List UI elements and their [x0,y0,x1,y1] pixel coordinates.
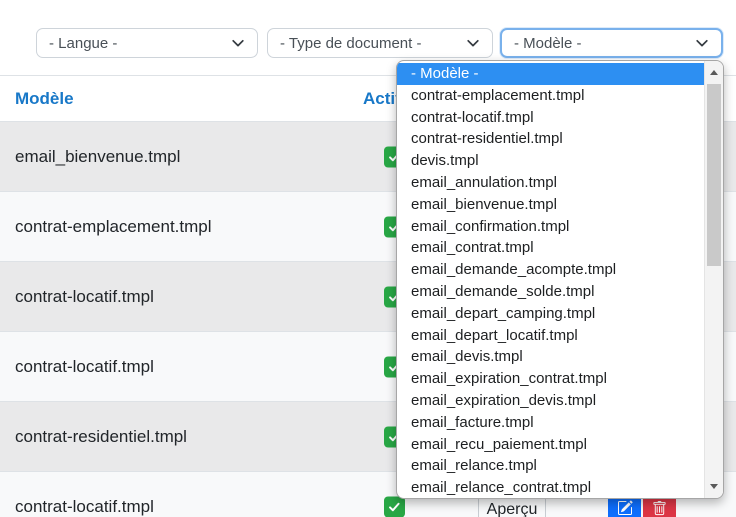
document-templates-page: - Langue - - Type de document - - Modèle… [0,0,736,517]
template-name: contrat-locatif.tmpl [15,357,154,377]
template-name: contrat-emplacement.tmpl [15,217,212,237]
chevron-down-icon [695,36,709,50]
dropdown-option[interactable]: email_expiration_contrat.tmpl [397,368,704,390]
dropdown-option[interactable]: email_confirmation.tmpl [397,216,704,238]
dropdown-option[interactable]: email_recu_paiement.tmpl [397,434,704,456]
chevron-down-icon [231,36,245,50]
type-document-select[interactable]: - Type de document - [267,28,493,58]
langue-select[interactable]: - Langue - [36,28,258,58]
dropdown-option[interactable]: contrat-locatif.tmpl [397,107,704,129]
dropdown-option[interactable]: email_facture.tmpl [397,412,704,434]
modele-select[interactable]: - Modèle - [500,28,723,58]
dropdown-option[interactable]: email_annulation.tmpl [397,172,704,194]
dropdown-option[interactable]: contrat-residentiel.tmpl [397,128,704,150]
dropdown-option[interactable]: email_bienvenue.tmpl [397,194,704,216]
scroll-up-arrow-icon[interactable] [705,63,723,81]
template-name: contrat-residentiel.tmpl [15,427,187,447]
modele-select-value: - Modèle - [514,35,582,52]
langue-select-value: - Langue - [49,35,117,52]
column-header-modele: Modèle [15,76,74,122]
dropdown-option[interactable]: email_expiration_devis.tmpl [397,390,704,412]
dropdown-option[interactable]: email_depart_camping.tmpl [397,303,704,325]
dropdown-option[interactable]: contrat-emplacement.tmpl [397,85,704,107]
check-icon [384,496,405,517]
dropdown-option[interactable]: email_depart_locatif.tmpl [397,325,704,347]
template-name: email_bienvenue.tmpl [15,147,180,167]
modele-dropdown-options: - Modèle - contrat-emplacement.tmpl cont… [397,61,704,498]
trash-icon [652,501,667,517]
template-name: contrat-locatif.tmpl [15,497,154,517]
dropdown-option[interactable]: email_relance_contrat.tmpl [397,477,704,498]
dropdown-scrollbar[interactable] [704,61,723,498]
dropdown-option[interactable]: email_demande_acompte.tmpl [397,259,704,281]
modele-dropdown-list: - Modèle - contrat-emplacement.tmpl cont… [396,60,724,499]
pencil-square-icon [617,500,633,517]
scroll-down-arrow-icon[interactable] [705,477,723,495]
dropdown-option[interactable]: email_devis.tmpl [397,346,704,368]
type-document-select-value: - Type de document - [280,35,421,52]
template-name: contrat-locatif.tmpl [15,287,154,307]
dropdown-option[interactable]: email_relance.tmpl [397,455,704,477]
chevron-down-icon [466,36,480,50]
dropdown-option[interactable]: email_contrat.tmpl [397,237,704,259]
dropdown-option[interactable]: email_demande_solde.tmpl [397,281,704,303]
dropdown-option[interactable]: - Modèle - [397,63,704,85]
scrollbar-thumb[interactable] [707,84,721,266]
dropdown-option[interactable]: devis.tmpl [397,150,704,172]
